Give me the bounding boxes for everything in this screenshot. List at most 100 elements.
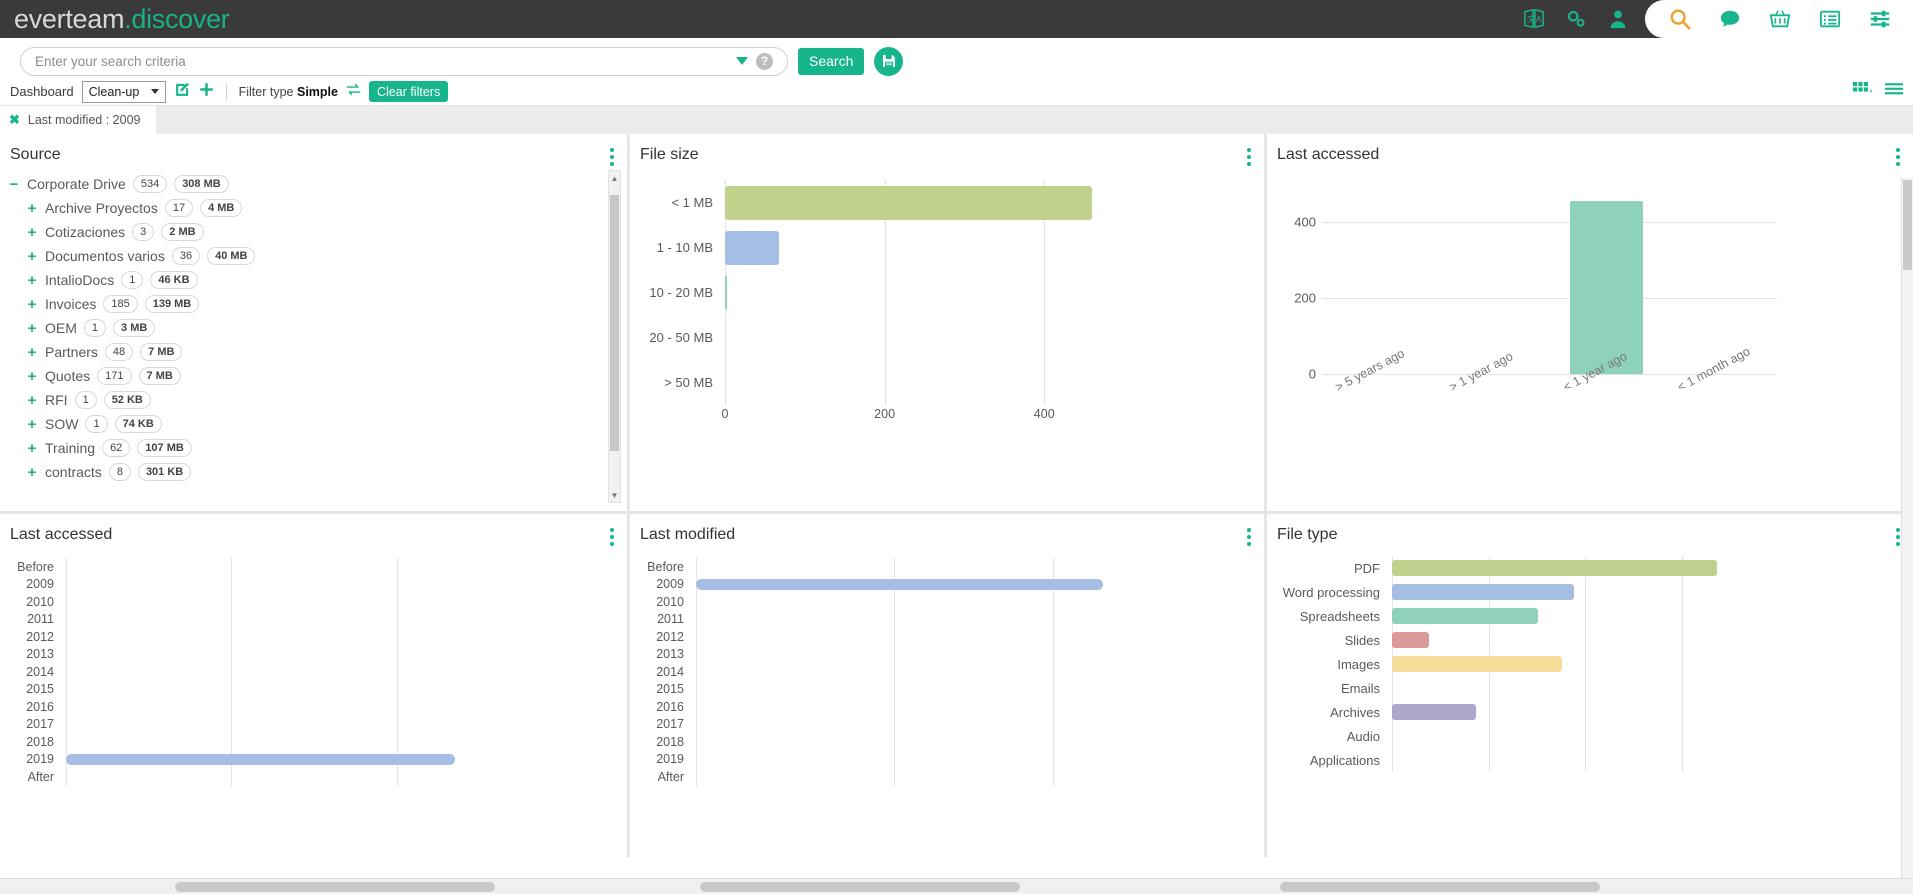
chart-bar-row[interactable]: Spreadsheets bbox=[1267, 604, 1895, 628]
collapse-minus-icon[interactable]: − bbox=[8, 177, 20, 192]
kebab-menu-icon[interactable] bbox=[610, 148, 614, 166]
chart-bar-row[interactable]: Images bbox=[1267, 652, 1895, 676]
page-vertical-scrollbar[interactable] bbox=[1901, 178, 1913, 878]
scroll-thumb-mid[interactable] bbox=[700, 882, 1020, 892]
list-icon[interactable] bbox=[1819, 8, 1841, 30]
chart-file-type[interactable]: PDF Word processing Spreadsheets Slides Imag… bbox=[1267, 544, 1913, 772]
expand-plus-icon[interactable]: + bbox=[26, 297, 38, 312]
source-tree-item[interactable]: + Quotes 171 7 MB bbox=[8, 364, 627, 388]
source-tree-item[interactable]: + Partners 48 7 MB bbox=[8, 340, 627, 364]
chart-bar-row[interactable]: 2016 bbox=[0, 698, 609, 716]
chart-bar-row[interactable]: 2009 bbox=[0, 576, 609, 594]
expand-plus-icon[interactable]: + bbox=[26, 393, 38, 408]
chart-bar-row[interactable]: 20 - 50 MB bbox=[630, 315, 1246, 360]
scroll-thumb-left[interactable] bbox=[175, 882, 495, 892]
search-box[interactable]: ? bbox=[20, 46, 788, 76]
chart-file-size[interactable]: < 1 MB 1 - 10 MB 10 - 20 MB 20 - 50 MB > 50 … bbox=[630, 164, 1264, 433]
source-scrollbar[interactable]: ▲ ▼ bbox=[608, 170, 621, 503]
chart-bar-row[interactable]: Slides bbox=[1267, 628, 1895, 652]
source-tree-item[interactable]: + contracts 8 301 KB bbox=[8, 460, 627, 484]
translate-icon[interactable]: 文A bbox=[1523, 8, 1545, 30]
source-tree-item[interactable]: + Cotizaciones 3 2 MB bbox=[8, 220, 627, 244]
dashboard-select[interactable]: Clean-up bbox=[81, 80, 166, 103]
search-input[interactable] bbox=[35, 53, 730, 69]
chart-bar-row[interactable]: > 50 MB bbox=[630, 360, 1246, 405]
chart-bar[interactable] bbox=[1392, 656, 1562, 672]
chart-bar[interactable] bbox=[1392, 704, 1476, 720]
expand-plus-icon[interactable]: + bbox=[26, 225, 38, 240]
chart-bar[interactable] bbox=[725, 185, 1093, 220]
chart-bar[interactable] bbox=[1392, 560, 1718, 576]
scroll-thumb[interactable] bbox=[1903, 180, 1912, 270]
source-tree-item[interactable]: + Training 62 107 MB bbox=[8, 436, 627, 460]
chart-bar[interactable] bbox=[66, 753, 455, 765]
expand-plus-icon[interactable]: + bbox=[26, 249, 38, 264]
expand-plus-icon[interactable]: + bbox=[26, 201, 38, 216]
chevron-down-icon[interactable] bbox=[736, 57, 748, 65]
chart-bar-row[interactable]: 2010 bbox=[630, 593, 1246, 611]
source-tree-item[interactable]: + OEM 1 3 MB bbox=[8, 316, 627, 340]
chart-bar-row[interactable]: 2009 bbox=[630, 576, 1246, 594]
chart-bar-row[interactable]: 2013 bbox=[0, 646, 609, 664]
chart-bar-row[interactable]: Emails bbox=[1267, 676, 1895, 700]
chart-bar-row[interactable]: Applications bbox=[1267, 748, 1895, 772]
source-tree-item[interactable]: + Documentos varios 36 40 MB bbox=[8, 244, 627, 268]
chart-last-modified[interactable]: Before 2009 2010 2011 2012 2013 2014 2015 2016 20… bbox=[630, 544, 1264, 786]
chart-bar-row[interactable]: 2017 bbox=[630, 716, 1246, 734]
chart-bar-row[interactable]: 2014 bbox=[630, 663, 1246, 681]
chart-bar-row[interactable]: Before bbox=[0, 558, 609, 576]
scroll-thumb-right[interactable] bbox=[1280, 882, 1600, 892]
source-tree-item[interactable]: + Archive Proyectos 17 4 MB bbox=[8, 196, 627, 220]
chart-bar-row[interactable]: 2015 bbox=[0, 681, 609, 699]
chart-bar[interactable] bbox=[1392, 632, 1430, 648]
expand-plus-icon[interactable]: + bbox=[26, 369, 38, 384]
save-search-button[interactable] bbox=[874, 46, 904, 76]
list-view-icon[interactable] bbox=[1885, 82, 1903, 102]
chart-bar-row[interactable]: < 1 MB bbox=[630, 180, 1246, 225]
source-tree-item[interactable]: + IntalioDocs 1 46 KB bbox=[8, 268, 627, 292]
search-icon[interactable] bbox=[1669, 8, 1691, 30]
chart-bar[interactable] bbox=[725, 275, 728, 310]
chart-bar[interactable] bbox=[1392, 584, 1575, 600]
plus-icon[interactable] bbox=[199, 82, 214, 102]
chart-bar-row[interactable]: 2018 bbox=[630, 733, 1246, 751]
user-icon[interactable] bbox=[1607, 8, 1629, 30]
chart-bar-row[interactable]: Audio bbox=[1267, 724, 1895, 748]
expand-plus-icon[interactable]: + bbox=[26, 441, 38, 456]
scroll-down-icon[interactable]: ▼ bbox=[609, 488, 620, 502]
search-button[interactable]: Search bbox=[798, 47, 865, 75]
expand-plus-icon[interactable]: + bbox=[26, 465, 38, 480]
grid-view-icon[interactable] bbox=[1853, 81, 1873, 102]
chart-bar[interactable] bbox=[725, 230, 780, 265]
chart-bar-row[interactable]: 2012 bbox=[0, 628, 609, 646]
chart-bar-row[interactable]: After bbox=[0, 768, 609, 786]
source-tree-item[interactable]: − Corporate Drive 534 308 MB bbox=[8, 172, 627, 196]
help-icon[interactable]: ? bbox=[756, 52, 773, 70]
chart-bar-row[interactable]: 2018 bbox=[0, 733, 609, 751]
chart-last-accessed-bottom[interactable]: Before 2009 2010 2011 2012 2013 2014 2015 2016 20… bbox=[0, 544, 627, 786]
expand-plus-icon[interactable]: + bbox=[26, 273, 38, 288]
chart-bar-row[interactable]: 2017 bbox=[0, 716, 609, 734]
sliders-icon[interactable] bbox=[1869, 8, 1891, 30]
chart-bar-row[interactable]: 2019 bbox=[0, 751, 609, 769]
chart-bar-row[interactable]: 2015 bbox=[630, 681, 1246, 699]
chart-bar-row[interactable]: 2013 bbox=[630, 646, 1246, 664]
chart-bar-row[interactable]: 2012 bbox=[630, 628, 1246, 646]
scroll-up-icon[interactable]: ▲ bbox=[609, 171, 620, 185]
page-horizontal-scrollbar[interactable] bbox=[0, 878, 1913, 894]
swap-arrows-icon[interactable] bbox=[346, 83, 361, 101]
expand-plus-icon[interactable]: + bbox=[26, 345, 38, 360]
chart-bar-row[interactable]: 2016 bbox=[630, 698, 1246, 716]
chart-bar-row[interactable]: PDF bbox=[1267, 556, 1895, 580]
chat-icon[interactable] bbox=[1719, 8, 1741, 30]
chart-bar-row[interactable]: After bbox=[630, 768, 1246, 786]
chart-bar-row[interactable]: Archives bbox=[1267, 700, 1895, 724]
chart-bar-row[interactable]: 1 - 10 MB bbox=[630, 225, 1246, 270]
basket-icon[interactable] bbox=[1769, 8, 1791, 30]
source-tree-item[interactable]: + Invoices 185 139 MB bbox=[8, 292, 627, 316]
source-tree-item[interactable]: + SOW 1 74 KB bbox=[8, 412, 627, 436]
source-tree-item[interactable]: + RFI 1 52 KB bbox=[8, 388, 627, 412]
clear-filters-button[interactable]: Clear filters bbox=[368, 81, 449, 102]
chart-bar-row[interactable]: 2011 bbox=[630, 611, 1246, 629]
chart-bar-row[interactable]: Word processing bbox=[1267, 580, 1895, 604]
